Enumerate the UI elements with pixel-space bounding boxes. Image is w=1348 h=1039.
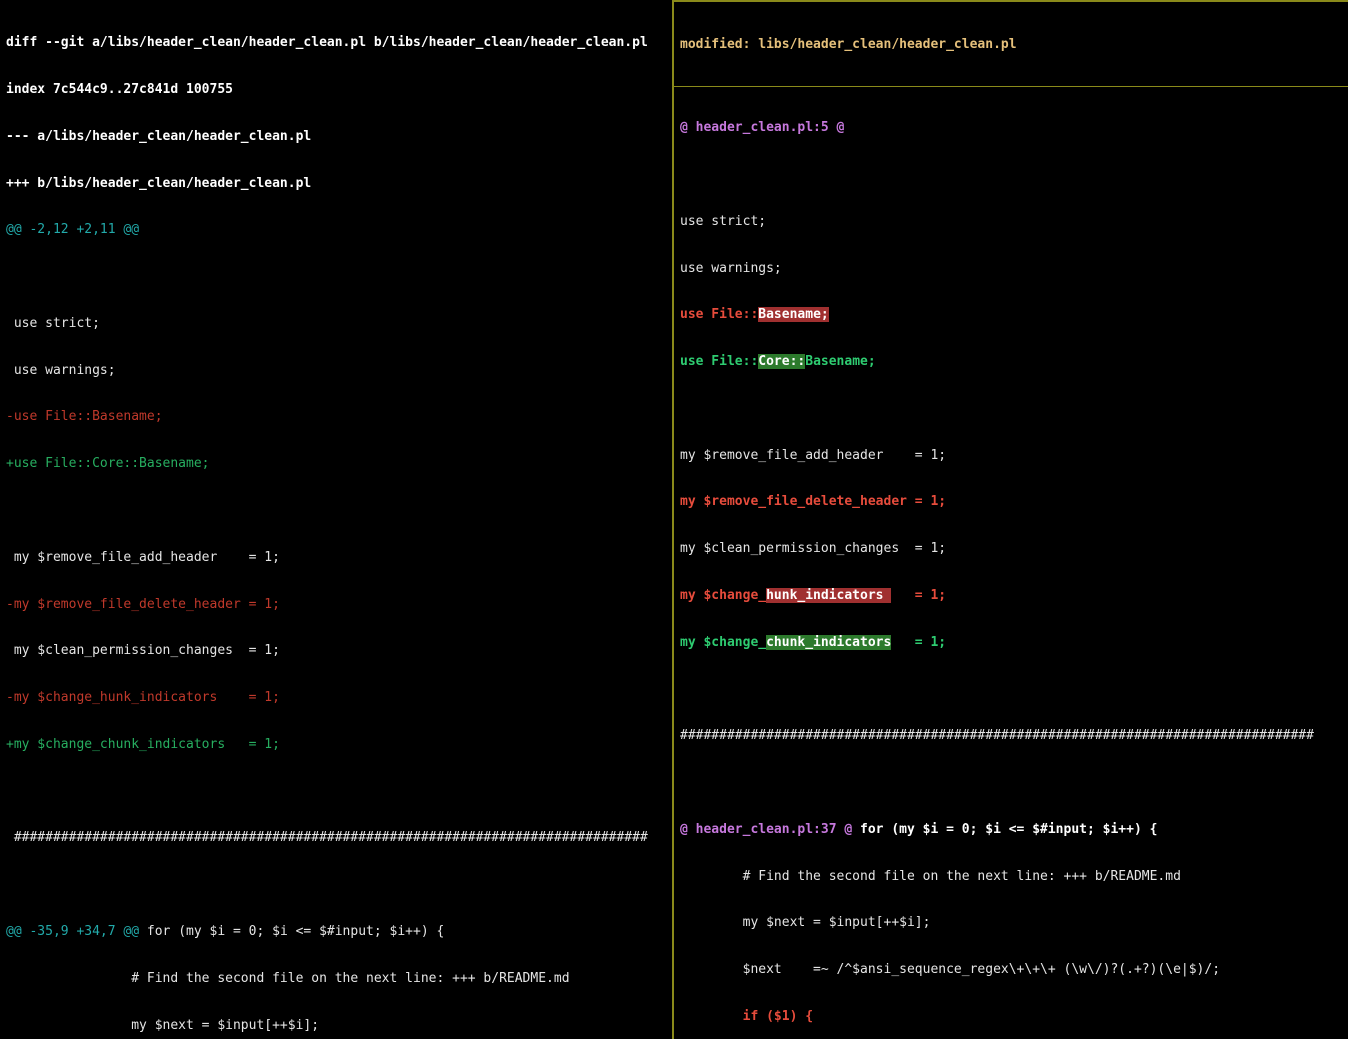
diff-line (6, 784, 666, 800)
diff-line: my $next = $input[++$i]; (680, 915, 1342, 931)
diff-plus: +++ b/libs/header_clean/header_clean.pl (6, 176, 666, 192)
diff-line-removed: my $change_hunk_indicators = 1; (680, 588, 1342, 604)
diff-line: # Find the second file on the next line:… (6, 971, 666, 987)
diff-line: ########################################… (680, 728, 1342, 744)
diff-line: use warnings; (680, 261, 1342, 277)
diff-line-removed: -my $change_hunk_indicators = 1; (6, 690, 666, 706)
diff-line (680, 401, 1342, 417)
diff-line: my $next = $input[++$i]; (6, 1018, 666, 1034)
diff-line (680, 682, 1342, 698)
hunk-header: @@ -35,9 +34,7 @@ for (my $i = 0; $i <= … (6, 924, 666, 940)
diff-line-removed: my $remove_file_delete_header = 1; (680, 494, 1342, 510)
diff-line (680, 167, 1342, 183)
diff-line: use strict; (6, 316, 666, 332)
right-pane[interactable]: modified: libs/header_clean/header_clean… (674, 0, 1348, 1039)
diff-line: # Find the second file on the next line:… (680, 869, 1342, 885)
diff-line-removed: -use File::Basename; (6, 409, 666, 425)
diff-line: $next =~ /^$ansi_sequence_regex\+\+\+ (\… (680, 962, 1342, 978)
diff-line: use warnings; (6, 363, 666, 379)
diff-line-added: use File::Core::Basename; (680, 354, 1342, 370)
diff-line-added: my $change_chunk_indicators = 1; (680, 635, 1342, 651)
diff-line: my $remove_file_add_header = 1; (680, 448, 1342, 464)
separator (674, 86, 1348, 87)
hunk-header: @ header_clean.pl:5 @ (680, 120, 1342, 136)
diff-header: diff --git a/libs/header_clean/header_cl… (6, 35, 666, 51)
diff-line (680, 775, 1342, 791)
diff-index: index 7c544c9..27c841d 100755 (6, 82, 666, 98)
diff-line (6, 269, 666, 285)
diff-line: my $clean_permission_changes = 1; (680, 541, 1342, 557)
diff-line-removed: -my $remove_file_delete_header = 1; (6, 597, 666, 613)
diff-line: my $remove_file_add_header = 1; (6, 550, 666, 566)
diff-minus: --- a/libs/header_clean/header_clean.pl (6, 129, 666, 145)
hunk-header: @@ -2,12 +2,11 @@ (6, 222, 666, 238)
diff-line-added: +my $change_chunk_indicators = 1; (6, 737, 666, 753)
hunk-header: @ header_clean.pl:37 @ for (my $i = 0; $… (680, 822, 1342, 838)
diff-line: ########################################… (6, 830, 666, 846)
diff-line-removed: if ($1) { (680, 1009, 1342, 1025)
split-view: diff --git a/libs/header_clean/header_cl… (0, 0, 1348, 1039)
file-header: modified: libs/header_clean/header_clean… (680, 37, 1342, 53)
diff-line-removed: use File::Basename; (680, 307, 1342, 323)
diff-line (6, 877, 666, 893)
diff-line (6, 503, 666, 519)
diff-line: my $clean_permission_changes = 1; (6, 643, 666, 659)
diff-line: use strict; (680, 214, 1342, 230)
left-pane[interactable]: diff --git a/libs/header_clean/header_cl… (0, 0, 674, 1039)
diff-line-added: +use File::Core::Basename; (6, 456, 666, 472)
